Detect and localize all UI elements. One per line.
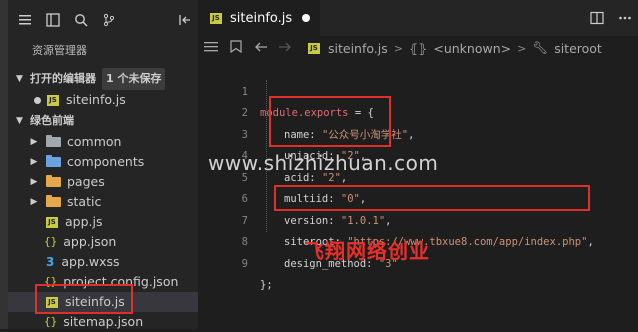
watermark-text: www.shizhizhuan.com [208,151,439,175]
folder-icon [46,195,61,207]
code-token: }; [260,279,273,291]
symbol-icon: ⦃⦄ [408,40,428,56]
code-line: 4 acid: "2", [198,125,638,184]
chevron-right-icon: ▶ [30,177,38,187]
tree-item-common[interactable]: ▶ common [8,132,198,152]
chevron-down-icon: ▼ [16,74,23,84]
json-file-icon: {} [44,315,58,328]
tree-item-label: static [67,194,102,209]
split-editor-icon[interactable] [590,10,604,29]
collapse-panel-icon[interactable] [178,13,192,27]
bookmark-icon[interactable] [230,40,242,56]
project-header[interactable]: ▼ 绿色前端 [8,110,198,132]
css-file-icon: 3 [46,255,55,269]
tree-item-label: sitemap.json [63,314,144,329]
folder-icon [46,175,61,187]
tree-item-pages[interactable]: ▶ pages [8,172,198,192]
json-file-icon: {} [44,235,58,248]
chevron-right-icon: ▶ [30,157,38,167]
js-file-icon: JS [308,42,320,54]
chevron-right-icon: ▶ [30,137,38,147]
explorer-title: 资源管理器 [32,44,87,57]
breadcrumb-file[interactable]: siteinfo.js [328,41,388,56]
sidebar-toolbar [8,0,198,40]
wrench-icon: 🔧︎ [532,40,549,55]
tree-item-components[interactable]: ▶ components [8,152,198,172]
tab-actions [590,10,632,29]
tree-item-app-js[interactable]: JS app.js [8,212,198,232]
more-actions-icon[interactable] [618,10,632,29]
tree-item-label: app.js [65,214,103,229]
breadcrumb-symbol[interactable]: <unknown> [433,41,511,56]
back-arrow-icon[interactable] [254,41,268,56]
folder-icon [46,155,61,167]
search-icon[interactable] [74,13,88,27]
red-overlay-text: 飞翔网络创业 [304,239,430,263]
breadcrumb-prop[interactable]: siteroot [554,41,602,56]
code-line: 3 uniacid: "2", [198,103,638,163]
open-editor-label: siteinfo.js [66,92,126,107]
chevron-right-icon: > [517,41,527,55]
tab-siteinfo-js[interactable]: JS siteinfo.js [198,0,321,36]
folder-icon [46,135,61,147]
chevron-down-icon: ▼ [16,116,23,126]
tab-label: siteinfo.js [230,10,293,26]
js-file-icon: JS [210,12,222,24]
tree-item-label: app.wxss [61,254,120,269]
unsaved-dot-icon[interactable] [302,14,311,22]
unsaved-dot-icon [34,96,41,104]
code-line: 2 name: "公众号小淘学社", [198,82,638,141]
tree-item-sitemap-json[interactable]: {} sitemap.json [8,312,198,332]
js-file-icon: JS [47,94,59,106]
tree-item-app-wxss[interactable]: 3 app.wxss [8,252,198,272]
project-label: 绿色前端 [30,114,74,127]
uniacid-acid-highlight-box [269,96,391,147]
js-file-icon: JS [46,216,58,228]
activity-bar [0,0,8,329]
tab-bar: JS siteinfo.js [198,0,638,36]
chevron-right-icon: ▶ [30,197,38,207]
forward-arrow-icon[interactable] [278,41,292,56]
open-editor-item[interactable]: JS siteinfo.js [8,90,198,110]
siteinfo-highlight-box [35,284,133,314]
tree-item-label: pages [67,174,105,189]
tree-item-static[interactable]: ▶ static [8,192,198,212]
explorer-icon[interactable] [46,13,60,27]
menu-icon[interactable] [18,13,32,27]
code-line: 8 design_method: "3" [198,211,638,270]
list-icon[interactable] [204,41,218,56]
open-editors-label: 打开的编辑器 [30,72,96,85]
tree-item-label: app.json [63,234,117,249]
source-control-icon[interactable] [102,13,116,27]
explorer-sidebar: 资源管理器 ▼ 打开的编辑器 1 个未保存 JS siteinfo.js ▼ 绿… [8,0,198,329]
line-number: 9 [241,257,248,270]
tree-item-label: common [67,134,122,149]
chevron-right-icon: > [393,41,403,55]
tree-item-app-json[interactable]: {} app.json [8,232,198,252]
unsaved-badge: 1 个未保存 [102,68,166,90]
open-editors-header[interactable]: ▼ 打开的编辑器 1 个未保存 [8,68,198,90]
siteroot-highlight-box [274,185,590,211]
code-line: 1 module.exports = { [198,60,638,120]
tree-item-label: components [67,154,145,169]
breadcrumb: JS siteinfo.js > ⦃⦄ <unknown> > 🔧︎ siter… [198,36,638,60]
